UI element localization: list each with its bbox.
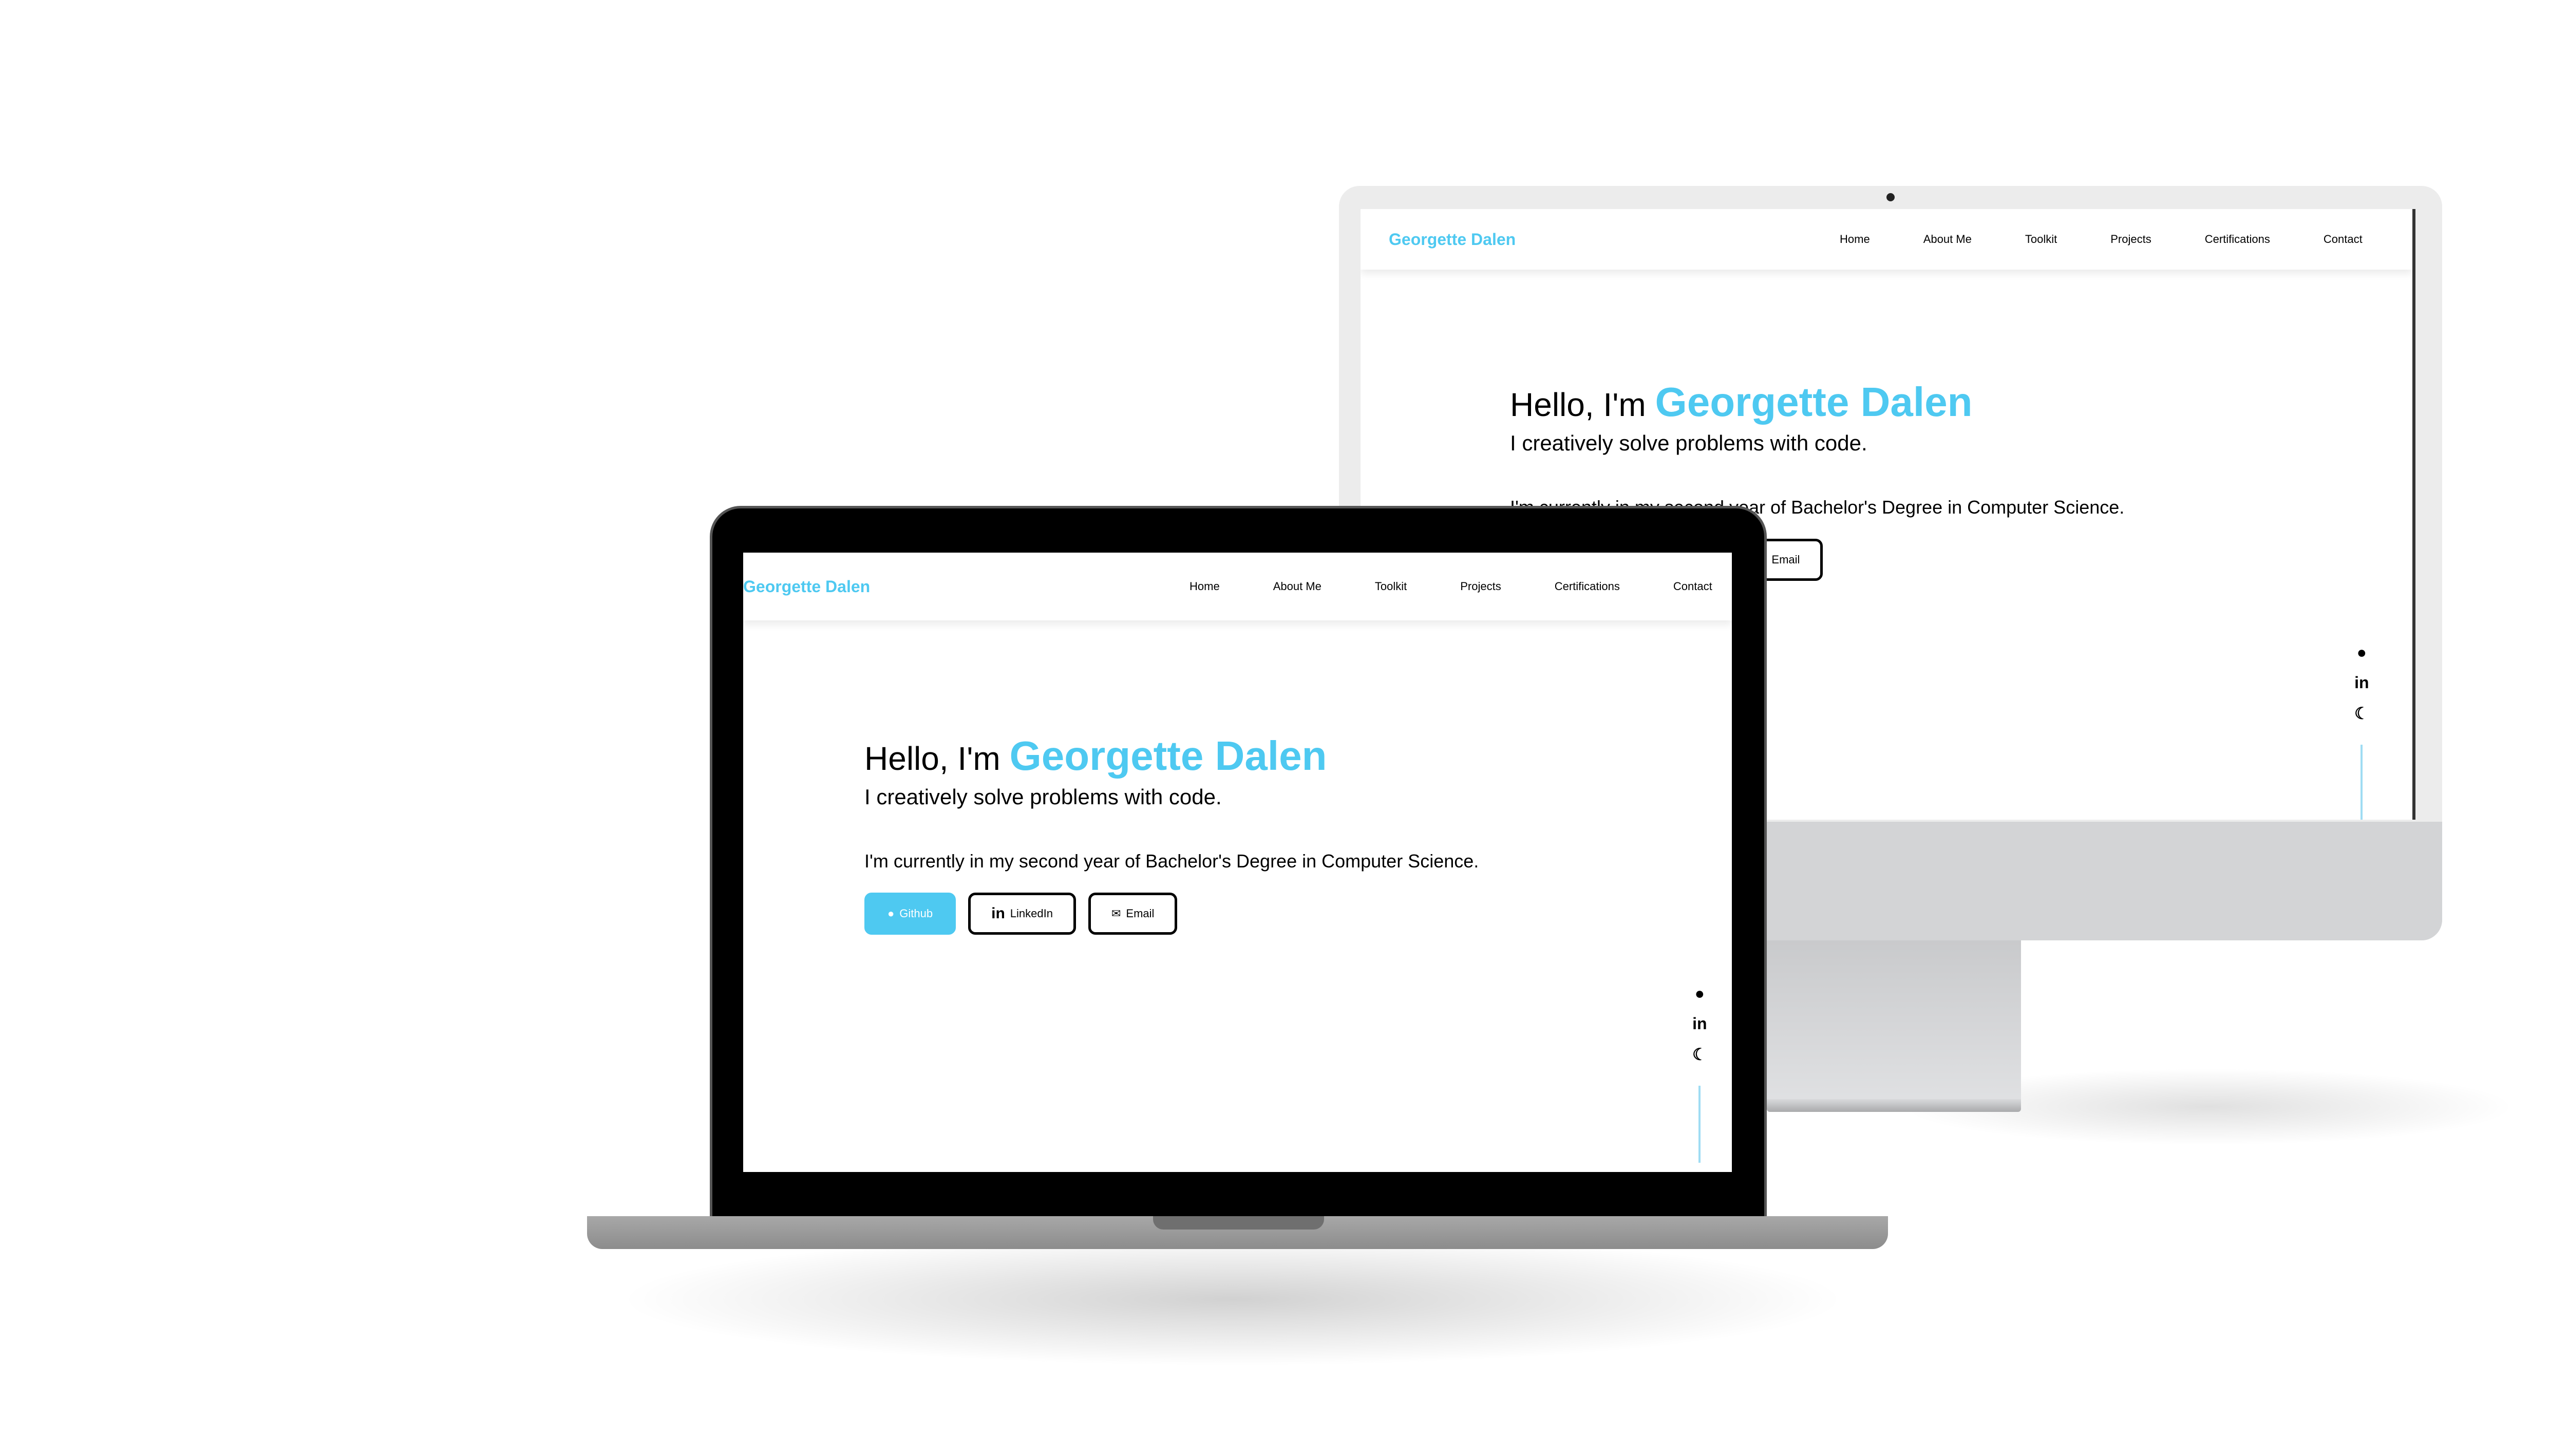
nav-certifications[interactable]: Certifications [2205, 233, 2270, 246]
nav-contact[interactable]: Contact [1673, 580, 1712, 593]
envelope-icon: ✉ [1111, 907, 1121, 920]
nav-toolkit[interactable]: Toolkit [1375, 580, 1407, 593]
hero-name: Georgette Dalen [1655, 379, 1973, 425]
hero: Hello, I'm Georgette Dalen I creatively … [864, 732, 1479, 935]
navbar: Georgette Dalen Home About Me Toolkit Pr… [1361, 209, 2412, 270]
greeting: Hello, I'm [864, 740, 1000, 777]
camera-dot [1886, 193, 1895, 201]
linkedin-icon[interactable]: in [1692, 1014, 1707, 1033]
site-logo[interactable]: Georgette Dalen [743, 577, 870, 596]
laptop: Georgette Dalen Home About Me Toolkit Pr… [710, 506, 1767, 1216]
monitor-stand [1767, 940, 2021, 1105]
nav-about[interactable]: About Me [1273, 580, 1321, 593]
website-laptop: Georgette Dalen Home About Me Toolkit Pr… [743, 553, 1732, 1172]
nav-links: Home About Me Toolkit Projects Certifica… [1840, 233, 2363, 246]
tagline: I creatively solve problems with code. [864, 785, 1222, 809]
linkedin-label: LinkedIn [1010, 907, 1053, 920]
laptop-notch [1153, 1216, 1324, 1230]
button-row: ● Github in LinkedIn ✉ Email [864, 893, 1479, 935]
github-icon[interactable]: ● [1695, 984, 1705, 1003]
nav-home[interactable]: Home [1189, 580, 1220, 593]
monitor-stand-base [1767, 1099, 2021, 1112]
hero-heading: Hello, I'm Georgette Dalen [1510, 379, 2124, 426]
social-sidebar: ● in ☾ [1692, 984, 1707, 1163]
social-sidebar: ● in ☾ [2354, 643, 2369, 820]
laptop-base [587, 1216, 1888, 1249]
hero-name: Georgette Dalen [1009, 733, 1327, 779]
moon-icon[interactable]: ☾ [2354, 704, 2369, 723]
sidebar-line [2361, 745, 2363, 820]
email-label: Email [1771, 553, 1800, 566]
linkedin-icon: in [991, 905, 1005, 922]
email-button[interactable]: ✉ Email [1088, 893, 1178, 935]
github-button[interactable]: ● Github [864, 893, 956, 935]
github-label: Github [899, 907, 933, 920]
nav-projects[interactable]: Projects [1460, 580, 1501, 593]
nav-contact[interactable]: Contact [2324, 233, 2363, 246]
sidebar-line [1698, 1086, 1701, 1163]
linkedin-icon[interactable]: in [2354, 673, 2369, 692]
nav-certifications[interactable]: Certifications [1555, 580, 1620, 593]
site-logo[interactable]: Georgette Dalen [1389, 230, 1516, 249]
greeting: Hello, I'm [1510, 386, 1646, 423]
nav-toolkit[interactable]: Toolkit [2025, 233, 2057, 246]
github-icon[interactable]: ● [2357, 643, 2367, 662]
nav-links: Home About Me Toolkit Projects Certifica… [1189, 580, 1712, 593]
github-icon: ● [888, 907, 895, 920]
hero-heading: Hello, I'm Georgette Dalen [864, 732, 1479, 780]
email-label: Email [1126, 907, 1155, 920]
nav-about[interactable]: About Me [1923, 233, 1972, 246]
navbar: Georgette Dalen Home About Me Toolkit Pr… [743, 553, 1732, 620]
tagline: I creatively solve problems with code. [1510, 431, 1867, 455]
linkedin-button[interactable]: in LinkedIn [968, 893, 1076, 935]
nav-home[interactable]: Home [1840, 233, 1870, 246]
laptop-shadow [616, 1233, 1849, 1366]
moon-icon[interactable]: ☾ [1692, 1045, 1707, 1064]
nav-projects[interactable]: Projects [2110, 233, 2151, 246]
intro-text: I'm currently in my second year of Bache… [864, 850, 1479, 872]
